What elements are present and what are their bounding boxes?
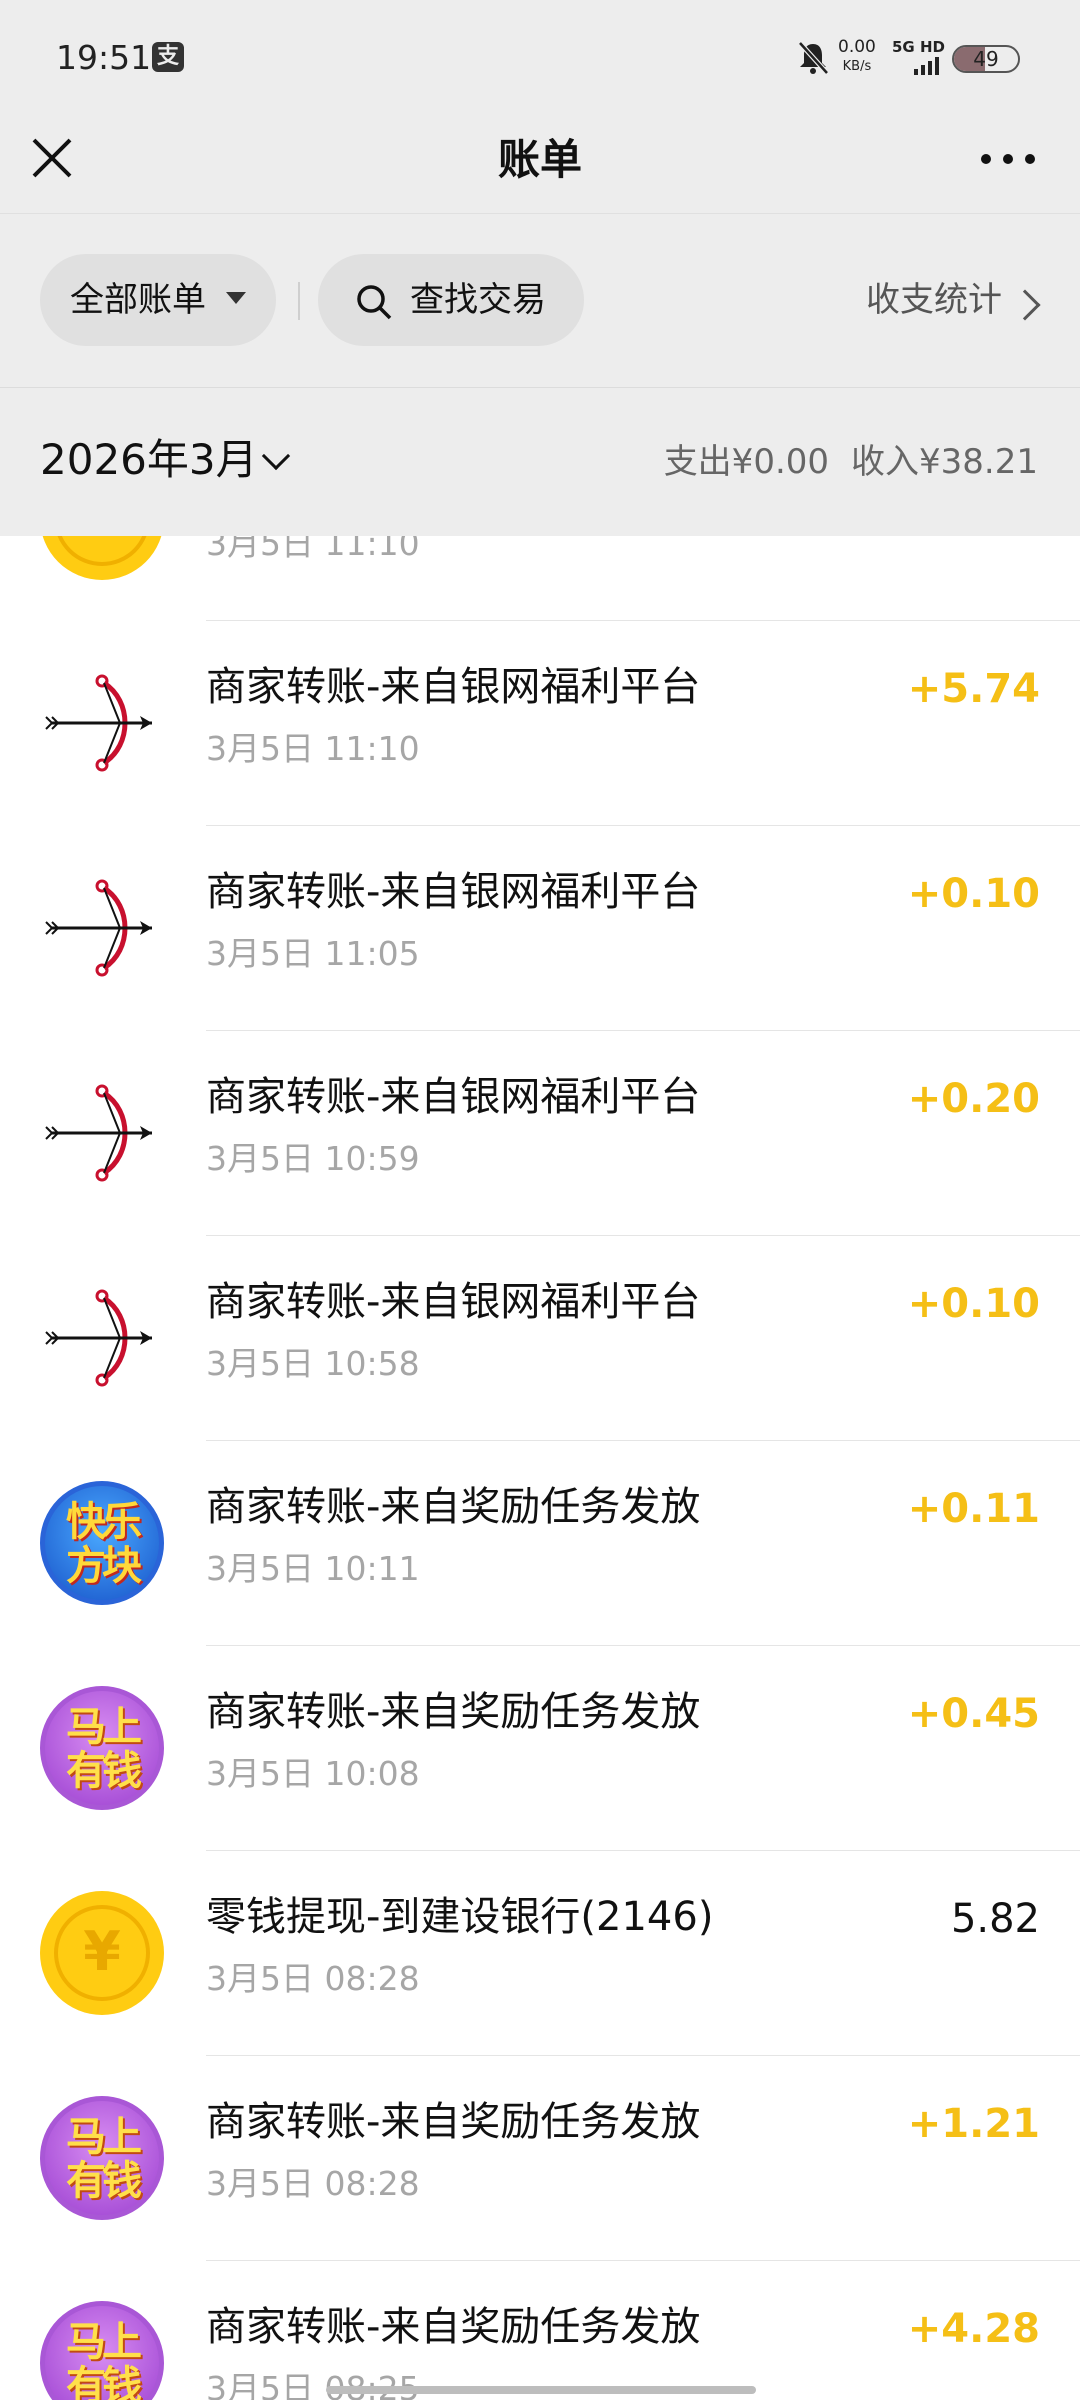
transaction-time: 3月5日 10:58: [206, 1344, 420, 1383]
transaction-time: 3月5日 08:28: [206, 1959, 420, 1998]
search-label: 查找交易: [410, 280, 546, 320]
transaction-row[interactable]: 商家转账-来自银网福利平台 3月5日 10:58 +0.10: [0, 1236, 1080, 1441]
month-header: 2026年3月 支出¥0.00 收入¥38.21: [0, 388, 1080, 536]
merchant-logo-text: 马上: [66, 2114, 142, 2160]
transaction-amount: +0.20: [907, 1076, 1040, 1122]
alipay-notification-icon: 支: [152, 42, 184, 72]
transaction-title: 商家转账-来自银网福利平台: [206, 869, 701, 915]
divider: [298, 282, 300, 320]
merchant-logo-text: 方块: [66, 1543, 142, 1589]
transaction-title: 商家转账-来自银网福利平台: [206, 1279, 701, 1325]
transaction-time: 3月5日 10:59: [206, 1139, 420, 1178]
transaction-time: 3月5日 11:05: [206, 934, 420, 973]
search-transactions-button[interactable]: 查找交易: [318, 254, 584, 346]
transaction-row[interactable]: ¥3月5日 11:10: [0, 536, 1080, 621]
transaction-row[interactable]: 商家转账-来自银网福利平台 3月5日 11:05 +0.10: [0, 826, 1080, 1031]
network-type: 5G HD: [892, 38, 945, 56]
all-bills-dropdown[interactable]: 全部账单: [40, 254, 276, 346]
transaction-row[interactable]: 商家转账-来自银网福利平台 3月5日 11:10 +5.74: [0, 621, 1080, 826]
all-bills-label: 全部账单: [70, 280, 206, 320]
transaction-time: 3月5日 11:10: [206, 536, 420, 563]
bow-arrow-icon: [45, 1289, 152, 1387]
status-bar: 19:51 支 0.00 KB/s 5G HD 49: [0, 0, 1080, 110]
transaction-row[interactable]: 商家转账-来自银网福利平台 3月5日 10:59 +0.20: [0, 1031, 1080, 1236]
transaction-time: 3月5日 10:11: [206, 1549, 420, 1588]
search-icon: [357, 285, 392, 320]
merchant-logo-text: 有钱: [66, 1748, 142, 1794]
merchant-logo-bow-icon: [40, 661, 164, 785]
transaction-title: 商家转账-来自银网福利平台: [206, 664, 701, 710]
transaction-time: 3月5日 10:08: [206, 1754, 420, 1793]
transaction-title: 商家转账-来自奖励任务发放: [206, 2304, 701, 2350]
transaction-title: 商家转账-来自银网福利平台: [206, 1074, 701, 1120]
transaction-amount: +0.45: [907, 1691, 1040, 1737]
bow-arrow-icon: [45, 879, 152, 977]
merchant-logo-bow-icon: [40, 866, 164, 990]
merchant-logo-bow-icon: [40, 1071, 164, 1195]
transaction-amount: +1.21: [907, 2101, 1040, 2147]
transaction-title: 商家转账-来自奖励任务发放: [206, 2099, 701, 2145]
transaction-row[interactable]: 马上 有钱 商家转账-来自奖励任务发放 3月5日 08:25 +4.28: [0, 2261, 1080, 2400]
transaction-amount: +0.10: [907, 871, 1040, 917]
transaction-amount: +0.11: [907, 1486, 1040, 1532]
transaction-time: 3月5日 08:28: [206, 2164, 420, 2203]
merchant-logo-bow-icon: [40, 1276, 164, 1400]
transaction-amount: 5.82: [950, 1896, 1040, 1942]
merchant-logo-text: 有钱: [66, 2158, 142, 2204]
transaction-row[interactable]: 快乐 方块 商家转账-来自奖励任务发放 3月5日 10:11 +0.11: [0, 1441, 1080, 1646]
transaction-title: 零钱提现-到建设银行(2146): [206, 1894, 714, 1940]
transaction-amount: +0.10: [907, 1281, 1040, 1327]
wallet-coin-icon: ¥: [40, 1891, 164, 2015]
merchant-logo-text: 快乐: [66, 1499, 142, 1545]
status-time: 19:51: [56, 38, 152, 77]
mute-bell-icon: [798, 41, 829, 75]
nav-bar: 账单: [0, 110, 1080, 214]
transaction-time: 3月5日 08:25: [206, 2369, 420, 2400]
stats-link[interactable]: 收支统计: [866, 254, 1002, 346]
bow-arrow-icon: [45, 1084, 152, 1182]
merchant-logo: 快乐 方块: [40, 1481, 164, 1605]
page-title: 账单: [497, 135, 582, 184]
caret-down-icon: [226, 292, 246, 304]
battery-level: 49: [973, 47, 999, 71]
merchant-logo: 马上 有钱: [40, 1686, 164, 1810]
merchant-logo-text: 马上: [66, 1704, 142, 1750]
month-summary: 支出¥0.00 收入¥38.21: [642, 440, 1038, 484]
chevron-down-icon[interactable]: [261, 441, 291, 471]
net-speed: 0.00 KB/s: [838, 37, 876, 75]
merchant-logo-text: 有钱: [66, 2363, 142, 2400]
month-expense: 支出¥0.00: [663, 442, 830, 482]
transaction-list: ¥3月5日 11:10商家转账-来自银网福利平台3月5日 11:10+5.74商…: [0, 536, 1080, 2400]
transaction-title: 商家转账-来自奖励任务发放: [206, 1484, 701, 1530]
transaction-row[interactable]: 马上 有钱 商家转账-来自奖励任务发放 3月5日 10:08 +0.45: [0, 1646, 1080, 1851]
transaction-time: 3月5日 11:10: [206, 729, 420, 768]
transaction-amount: +5.74: [907, 666, 1040, 712]
filter-bar: 全部账单 查找交易 收支统计: [0, 214, 1080, 388]
chevron-right-icon[interactable]: [1009, 289, 1041, 321]
merchant-logo: 马上 有钱: [40, 2096, 164, 2220]
wallet-coin-icon: ¥: [40, 536, 164, 580]
bow-arrow-icon: [45, 674, 152, 772]
month-selector[interactable]: 2026年3月: [40, 432, 258, 488]
merchant-logo: 马上 有钱: [40, 2301, 164, 2400]
merchant-logo-text: 马上: [66, 2319, 142, 2365]
transaction-title: 商家转账-来自奖励任务发放: [206, 1689, 701, 1735]
signal-icon: [914, 57, 939, 75]
transaction-amount: +4.28: [907, 2306, 1040, 2352]
transaction-row[interactable]: ¥ 零钱提现-到建设银行(2146) 3月5日 08:28 5.82: [0, 1851, 1080, 2056]
more-icon[interactable]: [976, 144, 1040, 174]
month-income: 收入¥38.21: [851, 442, 1038, 482]
transaction-row[interactable]: 马上 有钱 商家转账-来自奖励任务发放 3月5日 08:28 +1.21: [0, 2056, 1080, 2261]
battery-icon: 49: [952, 45, 1020, 73]
scroll-indicator: [326, 2386, 756, 2394]
